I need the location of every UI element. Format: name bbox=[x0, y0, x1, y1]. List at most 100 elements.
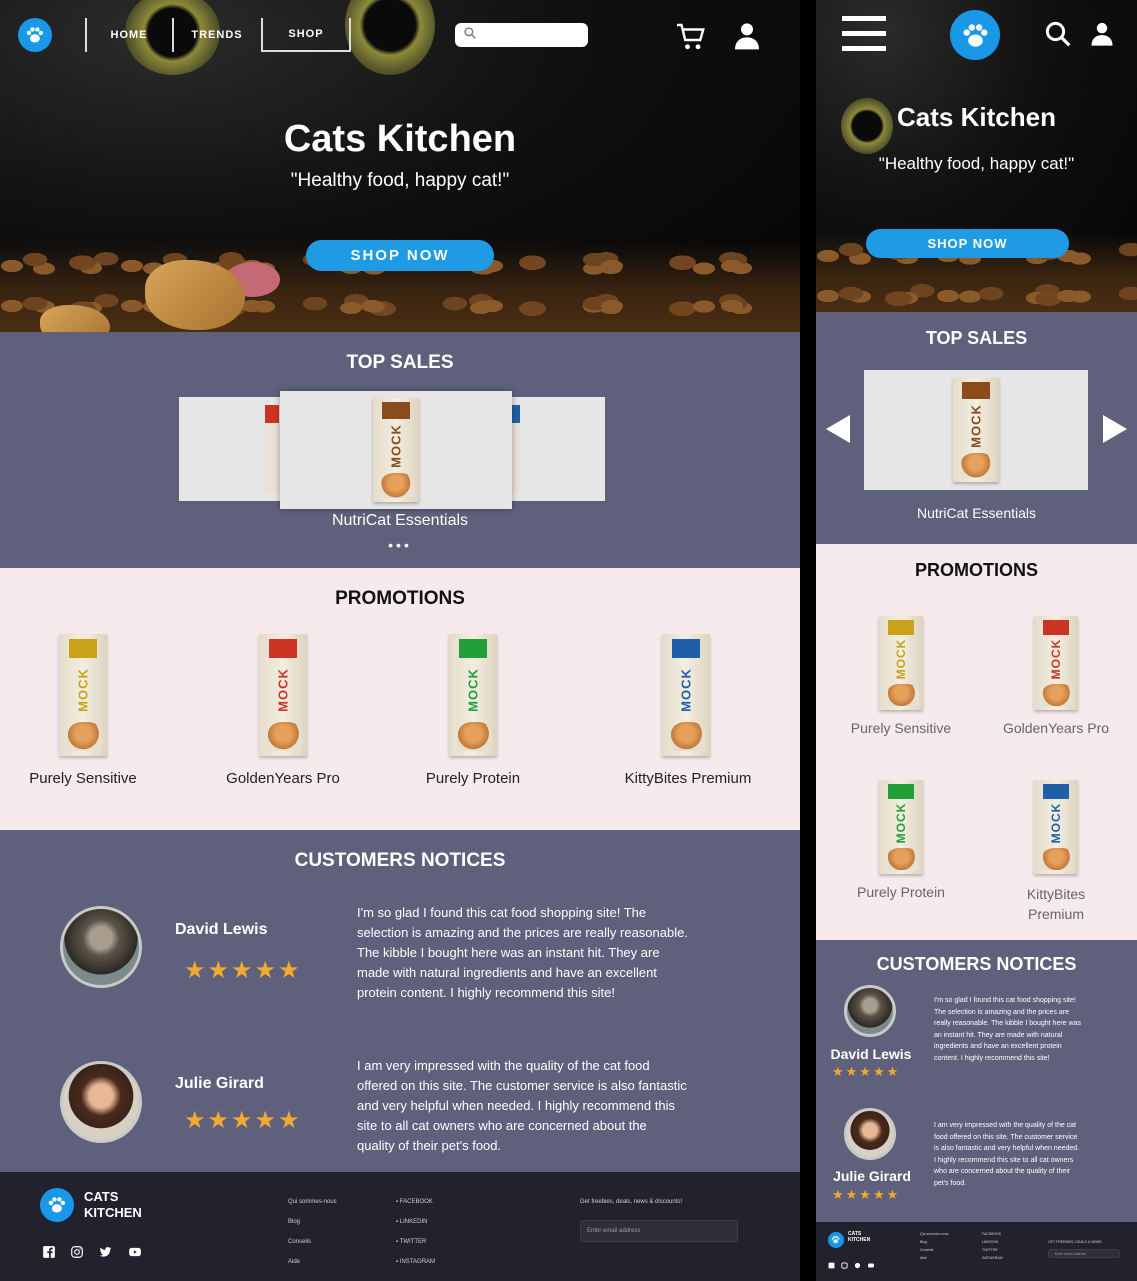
carousel-card-featured[interactable]: MOCK bbox=[864, 370, 1088, 490]
top-sales-title: TOP SALES bbox=[346, 352, 454, 373]
footer-link[interactable]: Blog bbox=[920, 1238, 948, 1246]
bag-label: MOCK bbox=[894, 638, 908, 680]
footer-social-links: ▪ FACEBOOK ▪ LINKEDIN ▪ TWITTER ▪ INSTAG… bbox=[396, 1192, 435, 1272]
footer-link[interactable]: Conseils bbox=[288, 1232, 337, 1252]
footer-link[interactable]: ▪ INSTAGRAM bbox=[396, 1252, 435, 1272]
promo-item[interactable]: MOCK GoldenYears Pro bbox=[200, 630, 366, 790]
footer-link[interactable]: ▪ LINKEDIN bbox=[396, 1212, 435, 1232]
promo-item[interactable]: MOCK Purely Protein bbox=[390, 630, 556, 790]
carousel-next-arrow-icon[interactable] bbox=[1103, 415, 1127, 443]
review-line: ingredients and have an excellent protei… bbox=[934, 1043, 1062, 1050]
bag-label: MOCK bbox=[75, 668, 91, 712]
footer: CATS KITCHEN Qui sommes-nous Blog Consei… bbox=[816, 1222, 1137, 1281]
search-bar[interactable] bbox=[455, 23, 588, 47]
review-text: I am very impressed with the quality of … bbox=[934, 1120, 1134, 1189]
promo-name: Purely Protein bbox=[425, 770, 521, 787]
newsletter-label: Get freebies, deals, news & discounts! bbox=[580, 1199, 683, 1205]
footer-link[interactable]: ▪ TWITTER bbox=[396, 1232, 435, 1252]
bag-label: MOCK bbox=[894, 802, 908, 844]
bag-cat-image bbox=[67, 721, 103, 752]
twitter-icon[interactable] bbox=[98, 1245, 113, 1259]
hamburger-menu-icon[interactable] bbox=[842, 14, 886, 54]
hero-tagline: "Healthy food, happy cat!" bbox=[290, 170, 510, 191]
promotions-title: PROMOTIONS bbox=[335, 588, 465, 609]
footer-link[interactable]: TWITTER bbox=[982, 1246, 1003, 1254]
instagram-icon[interactable] bbox=[841, 1262, 848, 1269]
footer-link-label: FACEBOOK bbox=[399, 1199, 433, 1205]
social-icons bbox=[42, 1245, 143, 1259]
bag-color-band bbox=[887, 619, 915, 635]
shop-now-button[interactable]: SHOP NOW bbox=[866, 229, 1069, 258]
promo-item[interactable]: MOCK Purely Sensitive bbox=[826, 612, 976, 742]
review-line: who are concerned about the quality of t… bbox=[934, 1168, 1071, 1175]
top-sales-section: TOP SALES MOCK NutriCat Essentials ••• bbox=[0, 332, 800, 568]
cart-icon[interactable] bbox=[672, 18, 712, 56]
user-icon[interactable] bbox=[1086, 18, 1118, 50]
youtube-icon[interactable] bbox=[127, 1245, 143, 1259]
footer-link[interactable]: Aide bbox=[920, 1254, 948, 1262]
product-bag: MOCK bbox=[59, 634, 107, 756]
bag-cat-image bbox=[886, 847, 919, 871]
facebook-icon[interactable] bbox=[828, 1262, 835, 1269]
promo-item[interactable]: MOCK Purely Protein bbox=[826, 776, 976, 906]
bag-cat-image bbox=[961, 452, 995, 478]
instagram-icon[interactable] bbox=[70, 1245, 84, 1259]
paw-logo-icon[interactable] bbox=[828, 1232, 844, 1248]
review-line: content. I highly recommend this site! bbox=[934, 1054, 1050, 1062]
paw-logo-icon[interactable] bbox=[40, 1188, 74, 1222]
notices-title: CUSTOMERS NOTICES bbox=[876, 954, 1077, 974]
newsletter-email-field[interactable]: Enter email address bbox=[580, 1220, 738, 1242]
user-icon[interactable] bbox=[730, 18, 764, 54]
promo-name: Purely Sensitive bbox=[29, 770, 137, 787]
search-input[interactable] bbox=[481, 29, 588, 41]
review-line: I'm so glad I found this cat food shoppi… bbox=[357, 905, 647, 920]
product-bag: MOCK bbox=[1034, 780, 1078, 874]
footer-link[interactable]: INSTAGRAM bbox=[982, 1254, 1003, 1262]
carousel-card-featured[interactable]: MOCK bbox=[280, 391, 512, 509]
carousel-dots[interactable]: ••• bbox=[0, 537, 800, 553]
footer-link[interactable]: ▪ FACEBOOK bbox=[396, 1192, 435, 1212]
bag-color-band bbox=[68, 638, 98, 659]
footer-link[interactable]: Qui sommes-nous bbox=[920, 1230, 948, 1238]
footer-brand-line: KITCHEN bbox=[848, 1237, 871, 1243]
product-bag: MOCK bbox=[662, 634, 710, 756]
paw-logo-icon[interactable] bbox=[18, 18, 52, 52]
footer-link[interactable]: Blog bbox=[288, 1212, 337, 1232]
youtube-icon[interactable] bbox=[867, 1262, 875, 1269]
hero-tagline: "Healthy food, happy cat!" bbox=[878, 154, 1075, 173]
facebook-icon[interactable] bbox=[42, 1245, 56, 1259]
search-icon[interactable] bbox=[1042, 18, 1074, 50]
promo-name: KittyBites Premium bbox=[981, 884, 1131, 924]
top-sales-title: TOP SALES bbox=[925, 328, 1028, 348]
reviewer-name: David Lewis bbox=[175, 921, 268, 938]
nav-shop[interactable]: SHOP bbox=[261, 18, 351, 52]
twitter-icon[interactable] bbox=[854, 1262, 861, 1269]
footer-link[interactable]: Qui sommes-nous bbox=[288, 1192, 337, 1212]
footer-link[interactable]: FACEBOOK bbox=[982, 1230, 1003, 1238]
bag-label: MOCK bbox=[678, 668, 694, 712]
review-line: and very helpful when needed. I highly r… bbox=[357, 1098, 675, 1113]
bag-cat-image bbox=[267, 721, 303, 752]
newsletter-email-field[interactable]: Enter email address bbox=[1048, 1249, 1120, 1258]
promo-item[interactable]: MOCK Purely Sensitive bbox=[0, 630, 166, 790]
promotions-title: PROMOTIONS bbox=[914, 560, 1038, 580]
shop-now-button[interactable]: SHOP NOW bbox=[306, 240, 494, 271]
promo-item[interactable]: MOCK GoldenYears Pro bbox=[981, 612, 1131, 742]
promo-item[interactable]: MOCK KittyBites Premium bbox=[981, 776, 1131, 926]
carousel-prev-arrow-icon[interactable] bbox=[826, 415, 850, 443]
paw-logo-icon[interactable] bbox=[950, 10, 1000, 60]
bag-label: MOCK bbox=[968, 403, 984, 448]
review-line: The kibble I bought here was an instant … bbox=[357, 945, 660, 960]
footer-link[interactable]: Conseils bbox=[920, 1246, 948, 1254]
nav-home[interactable]: HOME bbox=[88, 18, 170, 52]
footer-link[interactable]: LINKEDIN bbox=[982, 1238, 1003, 1246]
footer-link[interactable]: Aide bbox=[288, 1252, 337, 1272]
cat-eye-right bbox=[345, 0, 435, 75]
promotions-section: PROMOTIONS MOCK Purely Sensitive MOCK Go… bbox=[816, 544, 1137, 940]
promo-name: KittyBites Premium bbox=[624, 770, 752, 787]
review-line: pet's food. bbox=[934, 1179, 967, 1187]
footer-brand: CATS KITCHEN bbox=[848, 1231, 870, 1243]
nav-trends[interactable]: TRENDS bbox=[175, 18, 259, 52]
promo-item[interactable]: MOCK KittyBites Premium bbox=[600, 630, 776, 790]
hero-banner: Cats Kitchen "Healthy food, happy cat!" … bbox=[816, 0, 1137, 312]
